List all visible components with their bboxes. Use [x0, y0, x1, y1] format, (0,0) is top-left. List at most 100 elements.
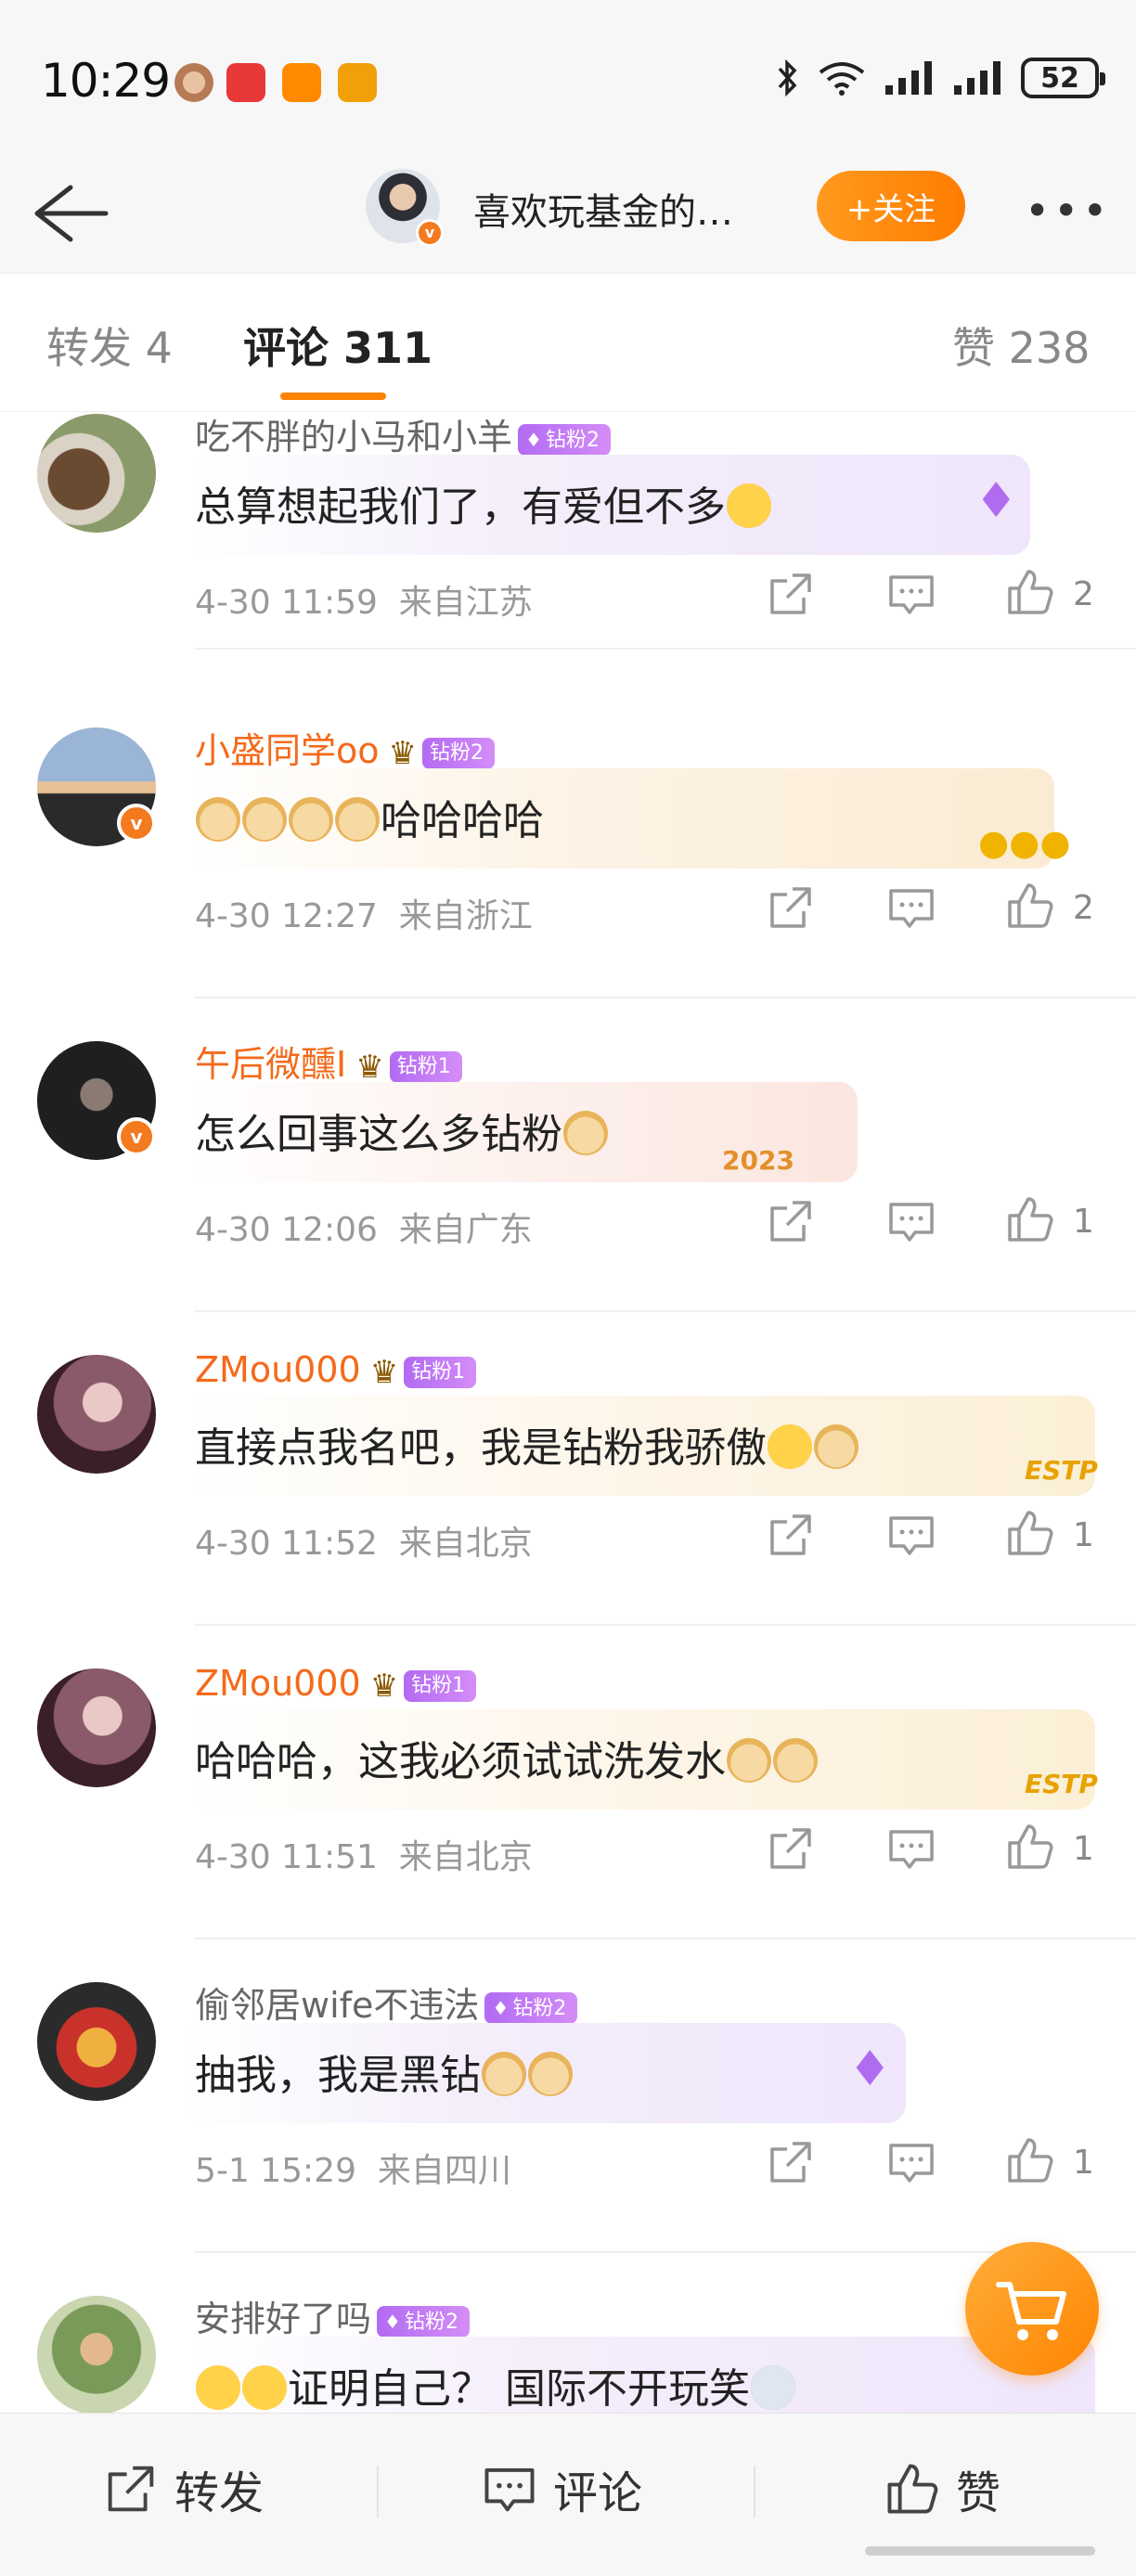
- user-avatar-wrap[interactable]: v: [37, 1041, 156, 1160]
- comment-icon[interactable]: [887, 1197, 936, 1245]
- like-button[interactable]: 赞: [885, 2456, 1000, 2521]
- user-avatar[interactable]: [37, 2296, 156, 2413]
- repost-icon[interactable]: [767, 1197, 815, 1245]
- active-tab-indicator: [280, 393, 386, 400]
- fan-badge-label: 钻粉1: [396, 1054, 451, 1078]
- fan-badge-label: 钻粉2: [512, 1996, 567, 2020]
- repost-button[interactable]: 转发: [104, 2456, 264, 2521]
- verified-badge-icon: v: [117, 1117, 156, 1156]
- like-icon[interactable]: [1006, 1509, 1054, 1557]
- fan-badge-label: 钻粉1: [411, 1359, 466, 1384]
- back-arrow-icon[interactable]: [28, 180, 110, 247]
- follow-button[interactable]: +关注: [817, 171, 965, 241]
- diamond-icon: ♦: [492, 1996, 510, 2019]
- comment-list: 吃不胖的小马和小羊 ♦ 钻粉2 ♦ 总算想起我们了，有爱但不多 4-30 11:59…: [0, 412, 1136, 2413]
- shocked-emoji-icon: [751, 2365, 795, 2410]
- doge-emoji-icon: [814, 1424, 858, 1469]
- doge-emoji-icon: [727, 1738, 771, 1783]
- crown-icon: ♛: [369, 1353, 399, 1391]
- fan-badge: 钻粉1: [389, 1050, 462, 1083]
- fan-badge: ♦ 钻粉2: [484, 1991, 578, 2024]
- comment-username[interactable]: 安排好了吗 ♦ 钻粉2: [195, 2290, 470, 2341]
- home-indicator[interactable]: [865, 2546, 1095, 2556]
- fan-badge-label: 钻粉1: [411, 1673, 466, 1697]
- comment-username[interactable]: 吃不胖的小马和小羊 ♦ 钻粉2: [195, 412, 611, 459]
- username-text[interactable]: 偷邻居wife不违法: [195, 1985, 479, 2026]
- comment-username[interactable]: 偷邻居wife不违法 ♦ 钻粉2: [195, 1977, 578, 2028]
- username-text[interactable]: ZMou000: [195, 1349, 361, 1390]
- comment-text: 直接点我名吧，我是钻粉我骄傲: [195, 1414, 859, 1474]
- repost-icon[interactable]: [767, 2138, 815, 2186]
- user-avatar[interactable]: [37, 1982, 156, 2101]
- huawei-app-icon: [226, 63, 265, 102]
- diamond-decoration-icon: ♦: [975, 473, 1018, 529]
- comment-icon[interactable]: [887, 570, 936, 618]
- comment-icon[interactable]: [887, 883, 936, 932]
- bottom-separator: [377, 2466, 379, 2518]
- comment-username[interactable]: ZMou000 ♛ 钻粉1: [195, 1349, 477, 1391]
- tab-repost[interactable]: 转发 4: [46, 315, 173, 376]
- comment-icon[interactable]: [887, 1824, 936, 1873]
- comment-item: v 小盛同学oo ♛ 钻粉2 ●●● 哈哈哈哈 4-30 12:27 来自浙江 2: [0, 685, 1136, 998]
- username-text[interactable]: ZMou000: [195, 1663, 361, 1704]
- comment-meta: 5-1 15:29 来自四川: [195, 2144, 511, 2192]
- tab-likes[interactable]: 赞 238: [952, 315, 1090, 376]
- comment-location: 来自北京: [398, 1525, 533, 1563]
- status-bar: 10:29 52: [0, 0, 1136, 158]
- repost-icon[interactable]: [767, 883, 815, 932]
- crown-icon: ♛: [369, 1667, 399, 1705]
- doge-emoji-icon: [773, 1738, 818, 1783]
- like-icon[interactable]: [1006, 1195, 1054, 1243]
- like-icon[interactable]: [1006, 882, 1054, 930]
- like-icon[interactable]: [1006, 2136, 1054, 2184]
- username-text[interactable]: 安排好了吗: [195, 2299, 371, 2339]
- comment-icon[interactable]: [887, 2138, 936, 2186]
- shopping-cart-button[interactable]: [965, 2242, 1099, 2376]
- comment-username[interactable]: 午后微醺I ♛ 钻粉1: [195, 1036, 462, 1087]
- comment-icon[interactable]: [887, 1511, 936, 1559]
- username-text[interactable]: 小盛同学oo: [195, 730, 380, 771]
- repost-icon[interactable]: [767, 1511, 815, 1559]
- shopping-cart-icon: [996, 2282, 1066, 2340]
- comment-text-content: 抽我，我是黑钻: [195, 2052, 481, 2099]
- author-name[interactable]: 喜欢玩基金的…: [473, 182, 733, 236]
- comment-meta: 4-30 11:59 来自江苏: [195, 575, 533, 624]
- like-icon[interactable]: [1006, 1823, 1054, 1871]
- user-avatar[interactable]: [37, 414, 156, 533]
- comment-item: 偷邻居wife不违法 ♦ 钻粉2 ♦ 抽我，我是黑钻 5-1 15:29 来自四川 …: [0, 1939, 1136, 2253]
- doge-emoji-icon: [289, 797, 333, 842]
- user-avatar[interactable]: [37, 1355, 156, 1474]
- username-text[interactable]: 吃不胖的小马和小羊: [195, 417, 512, 457]
- username-text[interactable]: 午后微醺I: [195, 1044, 346, 1085]
- comment-username[interactable]: ZMou000 ♛ 钻粉1: [195, 1663, 477, 1705]
- comment-username[interactable]: 小盛同学oo ♛ 钻粉2: [195, 722, 495, 773]
- user-avatar-wrap[interactable]: v: [37, 728, 156, 846]
- comment-text: 怎么回事这么多钻粉: [195, 1101, 609, 1160]
- user-avatar[interactable]: [37, 1668, 156, 1787]
- repost-icon[interactable]: [767, 1824, 815, 1873]
- doge-emoji-icon: [196, 797, 240, 842]
- comment-text-content: 哈哈哈，这我必须试试洗发水: [195, 1738, 726, 1785]
- comment-button[interactable]: 评论: [483, 2456, 642, 2521]
- post-tabs: 转发 4 评论 311 赞 238: [0, 273, 1136, 412]
- estp-decoration: ESTP: [1025, 1455, 1098, 1486]
- bluetooth-icon: [778, 59, 797, 97]
- battery-indicator: 52: [1021, 58, 1105, 98]
- estp-decoration: ESTP: [1025, 1769, 1098, 1799]
- comment-meta: 4-30 12:06 来自广东: [195, 1203, 533, 1251]
- like-count: 1: [1073, 1830, 1094, 1868]
- repost-icon[interactable]: [767, 570, 815, 618]
- comment-icon: [484, 2467, 535, 2512]
- comment-date: 5-1 15:29: [195, 2152, 356, 2190]
- like-icon[interactable]: [1006, 568, 1054, 616]
- notification-avatar-icon: [174, 63, 213, 102]
- panda-2023-decoration: 2023: [722, 1145, 794, 1176]
- more-options-icon[interactable]: •••: [1025, 186, 1111, 236]
- verified-badge-icon: v: [416, 219, 444, 247]
- comment-label: 评论: [553, 2467, 643, 2519]
- repost-icon: [108, 2466, 154, 2512]
- comment-text-content: 总算想起我们了，有爱但不多: [195, 483, 726, 531]
- tab-comments[interactable]: 评论 311: [243, 315, 432, 376]
- verified-badge-icon: v: [117, 804, 156, 843]
- author-avatar[interactable]: v: [366, 169, 444, 247]
